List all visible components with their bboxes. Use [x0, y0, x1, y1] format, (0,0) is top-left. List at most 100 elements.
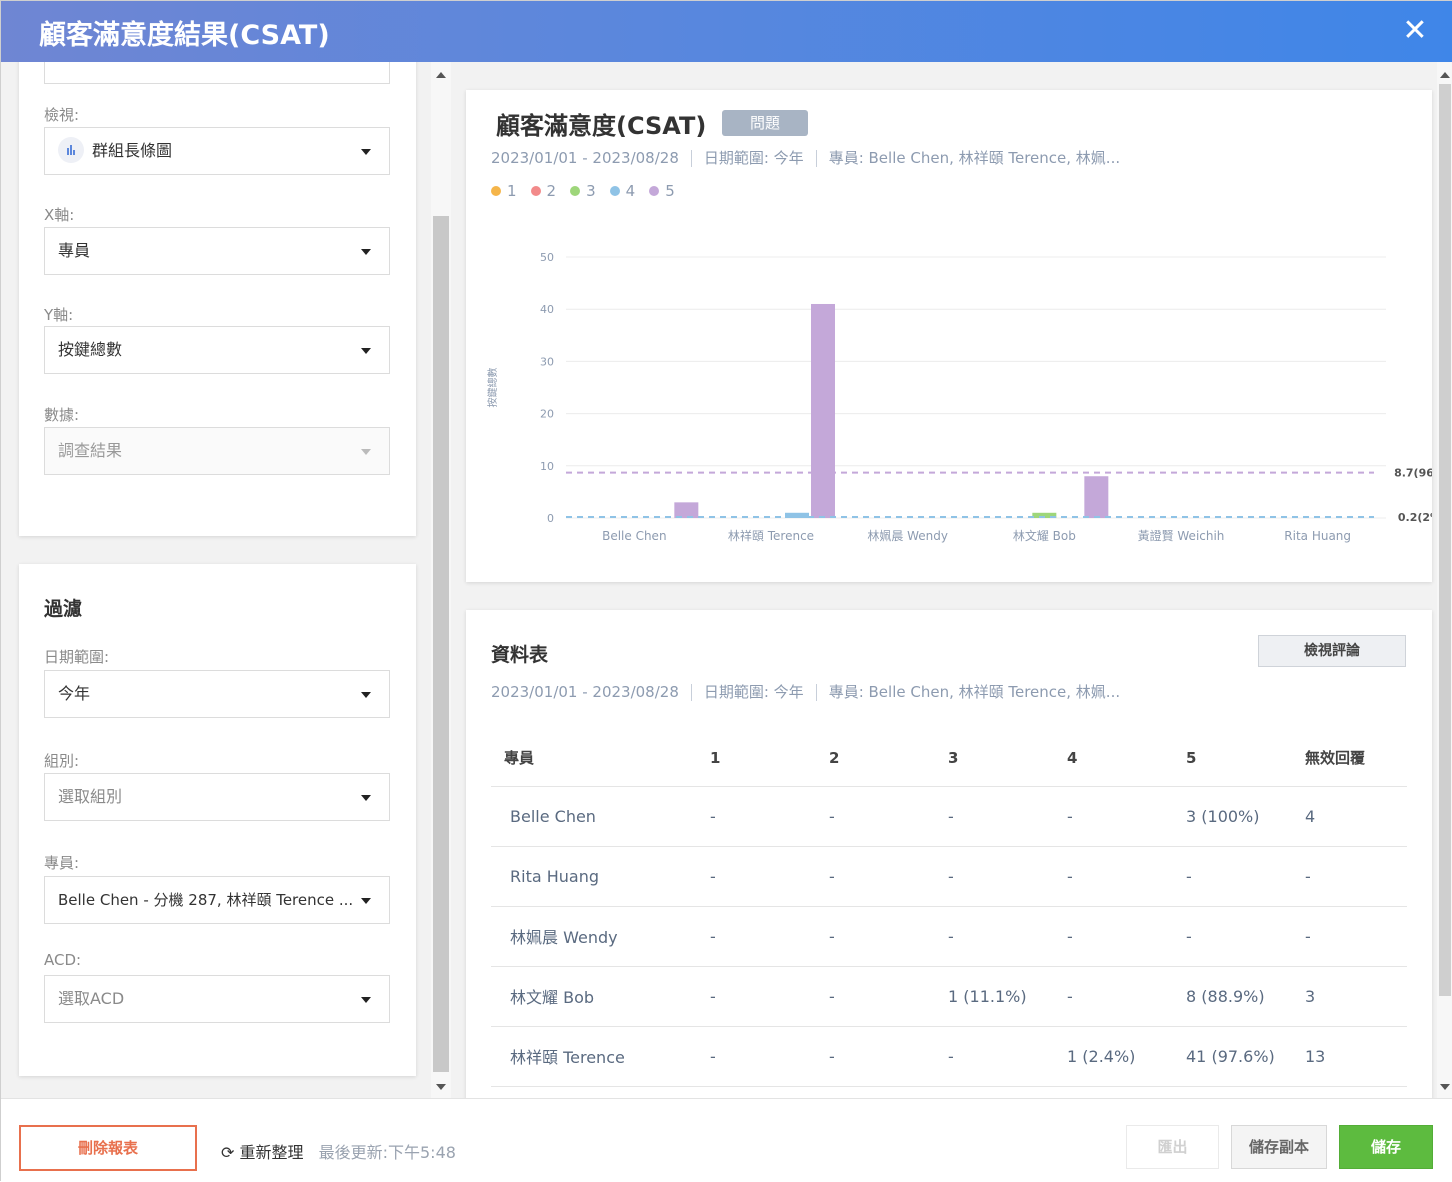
- close-icon[interactable]: ✕: [1397, 13, 1433, 49]
- y-tick-label: 10: [540, 460, 554, 473]
- last-update: 最後更新:下午5:48: [318, 1143, 456, 1162]
- y-tick-label: 30: [540, 355, 554, 368]
- dialog-header: 顧客滿意度結果(CSAT) ✕: [1, 1, 1452, 62]
- column-header: 無效回覆: [1292, 730, 1407, 787]
- chevron-down-icon: [361, 249, 371, 255]
- table-cell: -: [1054, 786, 1173, 847]
- legend-item[interactable]: 4: [609, 182, 635, 200]
- table-row: Belle Chen - - - - 3 (100%) 4: [491, 786, 1407, 847]
- refresh-icon[interactable]: ⟳: [221, 1143, 234, 1162]
- survey-select[interactable]: [44, 62, 390, 84]
- table-cell: -: [816, 906, 935, 967]
- chart-settings-card: 檢視: 群組長條圖 X軸: 專員 Y軸: 按鍵總數 數據: 調查結果: [19, 62, 416, 536]
- divider: [690, 684, 692, 701]
- right-scrollbar-thumb[interactable]: [1439, 84, 1451, 996]
- table-header-row: 專員 1 2 3 4 5 無效回覆: [491, 730, 1407, 787]
- divider: [815, 684, 817, 701]
- table-cell: 1 (2.4%): [1054, 1026, 1173, 1087]
- view-comments-button[interactable]: 檢視評論: [1258, 635, 1406, 667]
- table-cell: -: [935, 906, 1054, 967]
- view-select[interactable]: 群組長條圖: [44, 127, 390, 175]
- refresh-button[interactable]: 重新整理: [240, 1143, 304, 1162]
- legend-item[interactable]: 5: [649, 182, 675, 200]
- delete-report-button[interactable]: 刪除報表: [19, 1125, 197, 1171]
- scroll-up-icon[interactable]: [436, 72, 446, 78]
- x-tick-label: Rita Huang: [1284, 529, 1351, 543]
- x-tick-label: 林姵晨 Wendy: [867, 528, 948, 543]
- x-axis-value: 專員: [58, 241, 91, 260]
- left-scrollbar[interactable]: [431, 62, 451, 1098]
- table-meta-range: 日期範圍: 今年: [703, 683, 804, 701]
- settings-panel: 檢視: 群組長條圖 X軸: 專員 Y軸: 按鍵總數 數據: 調查結果 過濾 日期…: [1, 62, 431, 1098]
- dialog-footer: 刪除報表 ⟳ 重新整理 最後更新:下午5:48 匯出 儲存副本 儲存: [1, 1098, 1452, 1182]
- table-title: 資料表: [491, 644, 549, 666]
- left-scrollbar-thumb[interactable]: [433, 216, 449, 1072]
- table-cell: -: [935, 846, 1054, 907]
- data-label: 數據:: [44, 406, 80, 424]
- table-meta: 2023/01/01 - 2023/08/28 日期範圍: 今年 專員: Belle…: [491, 681, 1120, 702]
- x-tick-label: 黃證賢 Weichih: [1138, 528, 1225, 543]
- table-cell: -: [1054, 966, 1173, 1027]
- table-cell: -: [697, 846, 816, 907]
- table-cell: -: [935, 786, 1054, 847]
- export-button[interactable]: 匯出: [1126, 1125, 1219, 1169]
- bar: [811, 303, 835, 518]
- table-cell: -: [816, 966, 935, 1027]
- table-meta-dates: 2023/01/01 - 2023/08/28: [491, 683, 679, 701]
- chevron-down-icon: [361, 997, 371, 1003]
- legend-label: 3: [586, 182, 596, 200]
- y-tick-label: 40: [540, 303, 554, 316]
- legend-item[interactable]: 3: [570, 182, 596, 200]
- acd-select[interactable]: 選取ACD: [44, 975, 390, 1023]
- chevron-down-icon: [361, 692, 371, 698]
- table-cell: 1 (11.1%): [935, 966, 1054, 1027]
- table-cell: 3 (100%): [1173, 786, 1292, 847]
- y-axis-select[interactable]: 按鍵總數: [44, 326, 390, 374]
- legend-label: 2: [546, 182, 557, 200]
- legend-item[interactable]: 2: [530, 182, 557, 200]
- y-axis-title: 按鍵總數: [486, 368, 499, 408]
- report-dialog: 顧客滿意度結果(CSAT) ✕ 檢視: 群組長條圖 X軸: 專員 Y軸: 按鍵總…: [0, 0, 1452, 1182]
- table-cell: -: [1173, 846, 1292, 907]
- reference-label: 8.7(96%): [1394, 467, 1432, 480]
- legend-dot-icon: [491, 185, 501, 196]
- column-header: 3: [935, 730, 1054, 787]
- legend-dot-icon: [570, 185, 581, 196]
- column-header: 2: [816, 730, 935, 787]
- table-cell: -: [816, 786, 935, 847]
- right-scrollbar[interactable]: [1437, 62, 1452, 1098]
- table-cell: -: [697, 966, 816, 1027]
- x-tick-label: 林祥頤 Terence: [728, 529, 814, 543]
- chart-meta-agents: 專員: Belle Chen, 林祥頤 Terence, 林姵...: [828, 149, 1121, 167]
- date-range-select[interactable]: 今年: [44, 670, 390, 718]
- divider: [815, 150, 817, 167]
- bar: [674, 502, 699, 518]
- chart-meta-range: 日期範圍: 今年: [703, 149, 804, 167]
- filter-card: 過濾 日期範圍: 今年 組別: 選取組別 專員: Belle Chen - 分機…: [19, 564, 416, 1076]
- y-axis-value: 按鍵總數: [58, 340, 123, 359]
- x-axis-select[interactable]: 專員: [44, 227, 390, 275]
- legend-item[interactable]: 1: [491, 182, 517, 200]
- scroll-down-icon[interactable]: [1440, 1084, 1450, 1090]
- save-button[interactable]: 儲存: [1339, 1125, 1433, 1169]
- scroll-up-icon[interactable]: [1440, 72, 1450, 78]
- save-copy-button[interactable]: 儲存副本: [1231, 1125, 1327, 1169]
- y-axis-label: Y軸:: [44, 306, 74, 324]
- table-cell: -: [816, 1026, 935, 1087]
- chevron-down-icon: [361, 898, 371, 904]
- scroll-down-icon[interactable]: [436, 1084, 446, 1090]
- chart-panel: 顧客滿意度(CSAT) 問題 2023/01/01 - 2023/08/28 日期…: [466, 90, 1432, 582]
- table-cell: 13: [1292, 1026, 1407, 1087]
- table-cell: -: [1173, 906, 1292, 967]
- column-header: 5: [1173, 730, 1292, 787]
- legend-dot-icon: [649, 185, 660, 196]
- table-cell: -: [697, 1026, 816, 1087]
- table-row: Rita Huang - - - - - -: [491, 846, 1407, 907]
- y-tick-label: 50: [540, 251, 554, 264]
- question-badge[interactable]: 問題: [722, 110, 808, 136]
- view-select-value: 群組長條圖: [92, 141, 173, 160]
- date-range-label: 日期範圍:: [44, 648, 110, 666]
- agent-value: Belle Chen - 分機 287, 林祥頤 Terence ...: [58, 891, 354, 909]
- group-select[interactable]: 選取組別: [44, 773, 390, 821]
- agent-select[interactable]: Belle Chen - 分機 287, 林祥頤 Terence ...: [44, 876, 390, 924]
